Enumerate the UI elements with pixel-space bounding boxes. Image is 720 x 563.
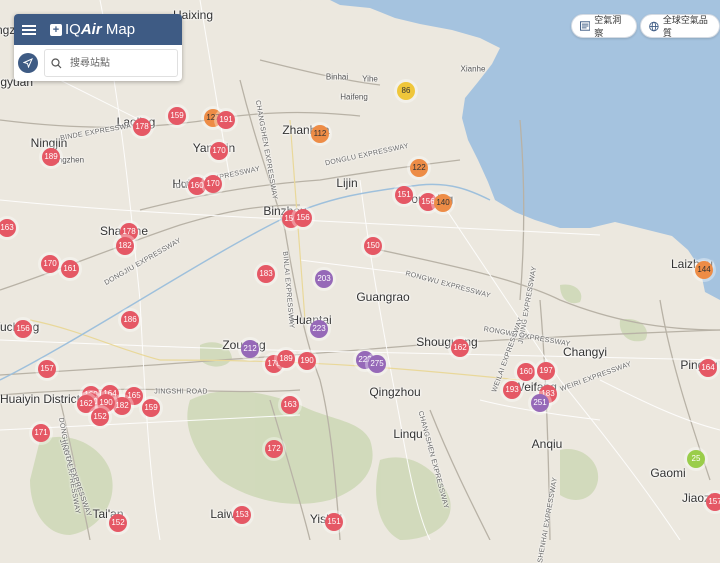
global-air-quality-button[interactable]: 全球空氣品質	[640, 14, 720, 38]
logo-brand: Air	[80, 21, 102, 38]
aqi-marker[interactable]: 189	[42, 148, 60, 166]
place-label: Guangrao	[356, 290, 410, 304]
place-label: Xianhe	[460, 64, 486, 74]
aqi-marker[interactable]: 150	[364, 237, 382, 255]
air-insights-button[interactable]: 空氣洞察	[571, 14, 637, 38]
aqi-marker[interactable]: 162	[451, 339, 469, 357]
aqi-marker[interactable]: 172	[265, 440, 283, 458]
aqi-marker[interactable]: 122	[410, 159, 428, 177]
aqi-marker[interactable]: 25	[687, 450, 705, 468]
hamburger-menu-icon[interactable]	[22, 24, 36, 35]
road-label: JINGSHI ROAD	[154, 388, 208, 396]
search-icon	[51, 57, 62, 68]
global-air-quality-label: 全球空氣品質	[662, 15, 708, 38]
place-label: Gaomi	[650, 466, 686, 480]
aqi-marker[interactable]: 112	[311, 125, 329, 143]
aqi-marker[interactable]: 157	[706, 493, 720, 511]
panel-header: + IQAir Map	[14, 14, 182, 45]
place-label: Linqu	[393, 427, 423, 441]
search-box[interactable]	[44, 49, 178, 77]
place-label: Binhai	[325, 72, 349, 82]
newspaper-icon	[580, 21, 591, 31]
air-insights-label: 空氣洞察	[594, 15, 622, 38]
aqi-marker[interactable]: 170	[210, 142, 228, 160]
search-row	[14, 45, 182, 81]
aqi-marker[interactable]: 170	[41, 255, 59, 273]
place-label: Haifeng	[340, 92, 368, 102]
logo-prefix: IQ	[65, 21, 81, 38]
logo-text: IQAir Map	[65, 21, 135, 38]
aqi-marker[interactable]: 223	[310, 320, 328, 338]
aqi-marker[interactable]: 151	[395, 186, 413, 204]
aqi-marker[interactable]: 212	[241, 340, 259, 358]
aqi-marker[interactable]: 197	[537, 362, 555, 380]
aqi-marker[interactable]: 159	[168, 107, 186, 125]
aqi-marker[interactable]: 275	[368, 355, 386, 373]
aqi-marker[interactable]: 140	[434, 194, 452, 212]
map-canvas[interactable]: HaixingBinhaiYiheHaifengXianheLaolingNin…	[0, 0, 720, 563]
aqi-marker[interactable]: 193	[503, 381, 521, 399]
aqi-marker[interactable]: 183	[257, 265, 275, 283]
aqi-marker[interactable]: 156	[14, 320, 32, 338]
basemap[interactable]	[0, 0, 720, 540]
aqi-marker[interactable]: 159	[142, 399, 160, 417]
aqi-marker[interactable]: 178	[133, 118, 151, 136]
aqi-marker[interactable]: 164	[699, 359, 717, 377]
aqi-marker[interactable]: 161	[61, 260, 79, 278]
aqi-marker[interactable]: 153	[233, 506, 251, 524]
aqi-marker[interactable]: 156	[294, 209, 312, 227]
logo-suffix: Map	[101, 21, 136, 38]
place-label: Qingzhou	[369, 385, 421, 399]
aqi-marker[interactable]: 182	[113, 397, 131, 415]
logo-plus-icon: +	[50, 23, 62, 36]
aqi-marker[interactable]: 186	[121, 311, 139, 329]
aqi-marker[interactable]: 182	[116, 237, 134, 255]
aqi-marker[interactable]: 86	[397, 82, 415, 100]
search-input[interactable]	[68, 56, 172, 70]
place-label: Anqiu	[531, 437, 563, 451]
location-arrow-icon[interactable]	[18, 53, 38, 73]
globe-icon	[649, 21, 659, 31]
aqi-marker[interactable]: 203	[315, 270, 333, 288]
iqair-logo[interactable]: + IQAir Map	[50, 21, 135, 38]
aqi-marker[interactable]: 191	[217, 111, 235, 129]
place-label: Lijin	[336, 176, 358, 190]
aqi-marker[interactable]: 190	[298, 352, 316, 370]
map-control-panel: + IQAir Map	[14, 14, 182, 81]
aqi-marker[interactable]: 171	[32, 424, 50, 442]
place-label: Yihe	[362, 74, 378, 84]
aqi-marker[interactable]: 189	[277, 350, 295, 368]
aqi-marker[interactable]: 170	[204, 175, 222, 193]
aqi-marker[interactable]: 157	[38, 360, 56, 378]
place-label: Huaiyin District	[0, 392, 81, 406]
aqi-marker[interactable]: 160	[517, 363, 535, 381]
aqi-marker[interactable]: 163	[281, 396, 299, 414]
aqi-marker[interactable]: 152	[109, 514, 127, 532]
aqi-marker[interactable]: 151	[325, 513, 343, 531]
aqi-marker[interactable]: 144	[695, 261, 713, 279]
aqi-marker[interactable]: 251	[531, 394, 549, 412]
aqi-marker[interactable]: 152	[91, 408, 109, 426]
